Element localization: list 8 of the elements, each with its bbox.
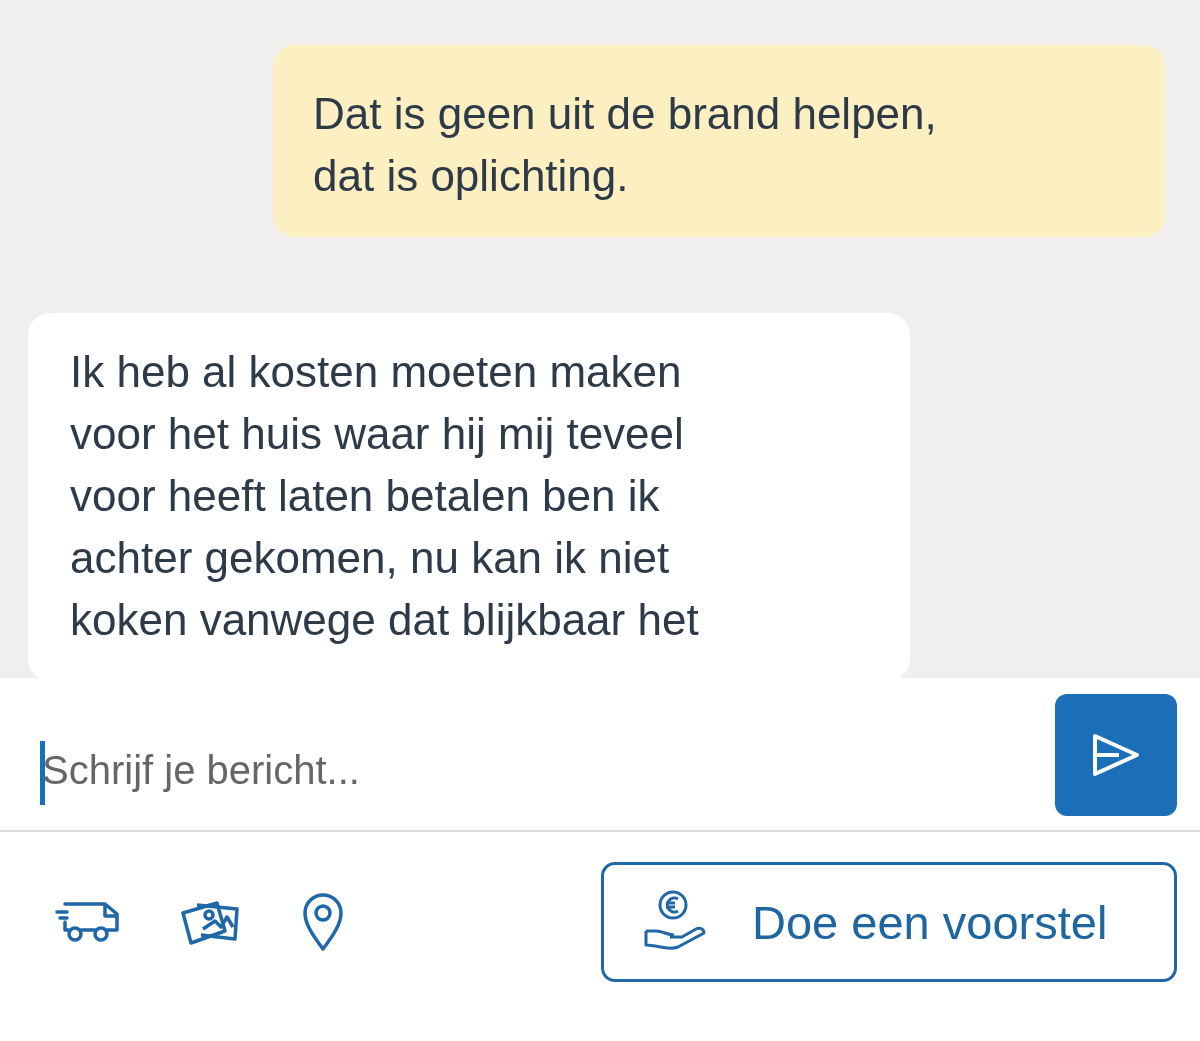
location-pin-icon[interactable] <box>301 891 345 953</box>
truck-icon[interactable] <box>55 900 121 944</box>
message-text: Ik heb al kosten moeten maken voor het huis waar hij mij teveel voor heeft laten betalen ben ik achter gekomen, nu kan ik niet koken vanwege dat blijkbaar het <box>70 346 700 646</box>
message-text: Dat is geen uit de brand helpen, dat is oplichting. <box>313 88 938 202</box>
offer-label: Doe een voorstel <box>752 894 1108 950</box>
send-button[interactable] <box>1055 693 1177 816</box>
make-offer-button[interactable]: Doe een voorstel <box>601 862 1177 982</box>
send-icon <box>1091 731 1141 778</box>
